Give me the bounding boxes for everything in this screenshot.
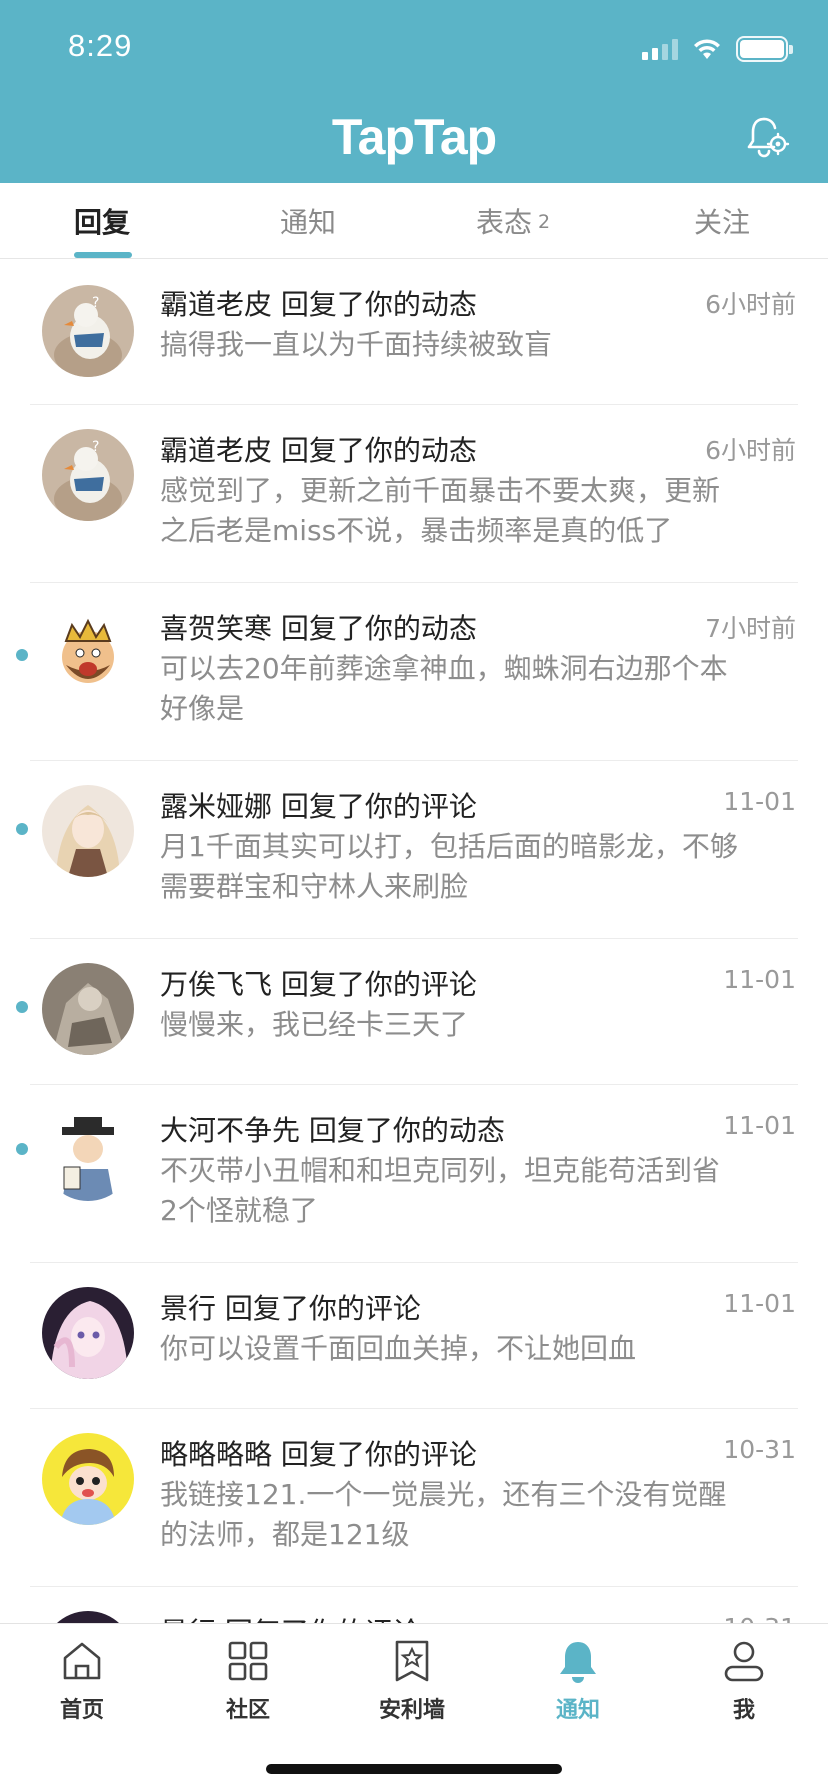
body-line: 搞得我一直以为千面持续被致盲 — [160, 328, 553, 361]
notification-title: 万俟飞飞 回复了你的评论 — [160, 968, 477, 1001]
list-item[interactable]: 大河不争先 回复了你的动态 11-01 不灭带小丑帽和和坦克同列，坦克能苟活到省… — [16, 1085, 798, 1263]
body-line: 不灭带小丑帽和和坦克同列，坦克能苟活到省 — [160, 1154, 721, 1187]
wifi-icon — [694, 39, 720, 59]
list-item[interactable]: 喜贺笑寒 回复了你的动态 7小时前 可以去20年前葬途拿神血，蜘蛛洞右边那个本 … — [16, 583, 798, 761]
list-item[interactable]: 景行 回复了你的评论 11-01 你可以设置千面回血关掉，不让她回血 — [30, 1263, 798, 1409]
nav-me[interactable]: 我 — [684, 1638, 804, 1724]
tab-replies[interactable]: 回复 — [74, 201, 130, 259]
anime-girl-avatar[interactable] — [42, 785, 134, 877]
body-line: 需要群宝和守林人来刷脸 — [160, 870, 469, 903]
home-icon — [63, 1642, 101, 1680]
notification-settings-icon[interactable] — [744, 114, 790, 160]
cellular-signal-icon — [642, 38, 678, 60]
status-icons — [642, 36, 793, 62]
notification-body: 慢慢来，我已经卡三天了 — [160, 1005, 790, 1045]
nav-notifications[interactable]: 通知 — [518, 1638, 638, 1724]
notification-body: 月1千面其实可以打，包括后面的暗影龙，不够 需要群宝和守林人来刷脸 — [160, 827, 790, 907]
notification-title: 景行 回复了你的评论 — [160, 1611, 421, 1623]
nav-label: 安利墙 — [378, 1698, 445, 1723]
tab-reactions[interactable]: 表态 2 — [476, 201, 550, 259]
pink-girl-avatar[interactable] — [42, 1611, 134, 1623]
notification-title: 大河不争先 回复了你的动态 — [160, 1114, 505, 1147]
duck-avatar[interactable]: ? — [42, 429, 134, 521]
body-line: 我链接121.一个一觉晨光，还有三个没有觉醒 — [160, 1478, 727, 1511]
body-line: 月1千面其实可以打，包括后面的暗影龙，不够 — [160, 830, 738, 863]
notification-time: 6小时前 — [705, 290, 796, 319]
body-line: 的法师，都是121级 — [160, 1518, 410, 1551]
knight-avatar[interactable] — [42, 963, 134, 1055]
bookmark-star-icon — [395, 1640, 429, 1682]
body-line: 之后老是miss不说，暴击频率是真的低了 — [160, 514, 673, 547]
nav-label: 首页 — [59, 1698, 104, 1723]
tab-label: 表态 — [476, 206, 533, 239]
notification-title: 略略略略 回复了你的评论 — [160, 1438, 477, 1471]
nav-home[interactable]: 首页 — [22, 1638, 142, 1724]
notification-title: 霸道老皮 回复了你的动态 — [160, 434, 477, 467]
notification-time: 10-31 — [723, 1435, 796, 1464]
notification-time: 10-31 — [723, 1613, 796, 1623]
status-time: 8:29 — [68, 28, 133, 63]
notification-title: 景行 回复了你的评论 — [160, 1292, 421, 1325]
list-item[interactable]: ? 霸道老皮 回复了你的动态 6小时前 感觉到了，更新之前千面暴击不要太爽，更新… — [30, 405, 798, 583]
bell-icon — [560, 1642, 596, 1683]
body-line: 你可以设置千面回血关掉，不让她回血 — [160, 1332, 637, 1365]
list-item[interactable]: ? 霸道老皮 回复了你的动态 6小时前 搞得我一直以为千面持续被致盲 — [30, 259, 798, 405]
svg-text:?: ? — [92, 439, 99, 455]
nav-label: 社区 — [225, 1698, 270, 1723]
body-line: 感觉到了，更新之前千面暴击不要太爽，更新 — [160, 474, 721, 507]
notification-time: 7小时前 — [705, 614, 796, 643]
list-item[interactable]: 略略略略 回复了你的评论 10-31 我链接121.一个一觉晨光，还有三个没有觉… — [30, 1409, 798, 1587]
body-line: 2个怪就稳了 — [160, 1194, 318, 1227]
nav-label: 通知 — [555, 1698, 600, 1723]
nav-label: 我 — [732, 1698, 755, 1723]
unread-dot — [16, 823, 28, 835]
notification-body: 感觉到了，更新之前千面暴击不要太爽，更新 之后老是miss不说，暴击频率是真的低… — [160, 471, 790, 551]
tab-badge: 2 — [538, 211, 551, 233]
notification-body: 我链接121.一个一觉晨光，还有三个没有觉醒 的法师，都是121级 — [160, 1475, 790, 1555]
tab-follows[interactable]: 关注 — [694, 201, 750, 259]
notification-body: 可以去20年前葬途拿神血，蜘蛛洞右边那个本 好像是 — [160, 649, 790, 729]
list-item[interactable]: 景行 回复了你的评论 10-31 — [30, 1587, 798, 1623]
notification-title: 露米娅娜 回复了你的评论 — [160, 790, 477, 823]
notification-body: 搞得我一直以为千面持续被致盲 — [160, 325, 790, 365]
tab-bar: 回复 通知 表态 2 关注 — [0, 183, 828, 259]
notification-time: 11-01 — [723, 965, 796, 994]
unread-dot — [16, 649, 28, 661]
unread-dot — [16, 1143, 28, 1155]
notification-time: 6小时前 — [705, 436, 796, 465]
pink-girl-avatar[interactable] — [42, 1287, 134, 1379]
tab-label: 关注 — [694, 206, 751, 239]
grid-icon — [228, 1641, 268, 1681]
svg-text:?: ? — [92, 295, 99, 311]
person-icon — [724, 1641, 764, 1682]
cartoon-kid-avatar[interactable] — [42, 1433, 134, 1525]
battery-icon — [736, 36, 793, 62]
app-header: 8:29 TapTap — [0, 0, 828, 183]
notification-title: 霸道老皮 回复了你的动态 — [160, 288, 477, 321]
tab-label: 回复 — [74, 206, 131, 239]
notification-list[interactable]: ? 霸道老皮 回复了你的动态 6小时前 搞得我一直以为千面持续被致盲 ? 霸道老… — [0, 259, 828, 1623]
body-line: 慢慢来，我已经卡三天了 — [160, 1008, 469, 1041]
duck-avatar[interactable]: ? — [42, 285, 134, 377]
list-item[interactable]: 万俟飞飞 回复了你的评论 11-01 慢慢来，我已经卡三天了 — [16, 939, 798, 1085]
home-indicator[interactable] — [266, 1764, 562, 1774]
notification-title: 喜贺笑寒 回复了你的动态 — [160, 612, 477, 645]
cartoon-king-avatar[interactable] — [42, 607, 134, 699]
nav-community[interactable]: 社区 — [188, 1638, 308, 1724]
unread-dot — [16, 1001, 28, 1013]
list-item[interactable]: 露米娅娜 回复了你的评论 11-01 月1千面其实可以打，包括后面的暗影龙，不够… — [16, 761, 798, 939]
body-line: 可以去20年前葬途拿神血，蜘蛛洞右边那个本 — [160, 652, 728, 685]
notification-body: 你可以设置千面回血关掉，不让她回血 — [160, 1329, 790, 1369]
body-line: 好像是 — [160, 692, 245, 725]
notification-time: 11-01 — [723, 1111, 796, 1140]
scholar-avatar[interactable] — [42, 1109, 134, 1201]
notification-body: 不灭带小丑帽和和坦克同列，坦克能苟活到省 2个怪就稳了 — [160, 1151, 790, 1231]
notification-time: 11-01 — [723, 1289, 796, 1318]
nav-recommend-wall[interactable]: 安利墙 — [352, 1638, 472, 1724]
notification-time: 11-01 — [723, 787, 796, 816]
tab-notices[interactable]: 通知 — [280, 201, 336, 259]
active-tab-indicator — [74, 252, 132, 258]
tab-label: 通知 — [280, 206, 337, 239]
app-logo: TapTap — [331, 109, 497, 165]
